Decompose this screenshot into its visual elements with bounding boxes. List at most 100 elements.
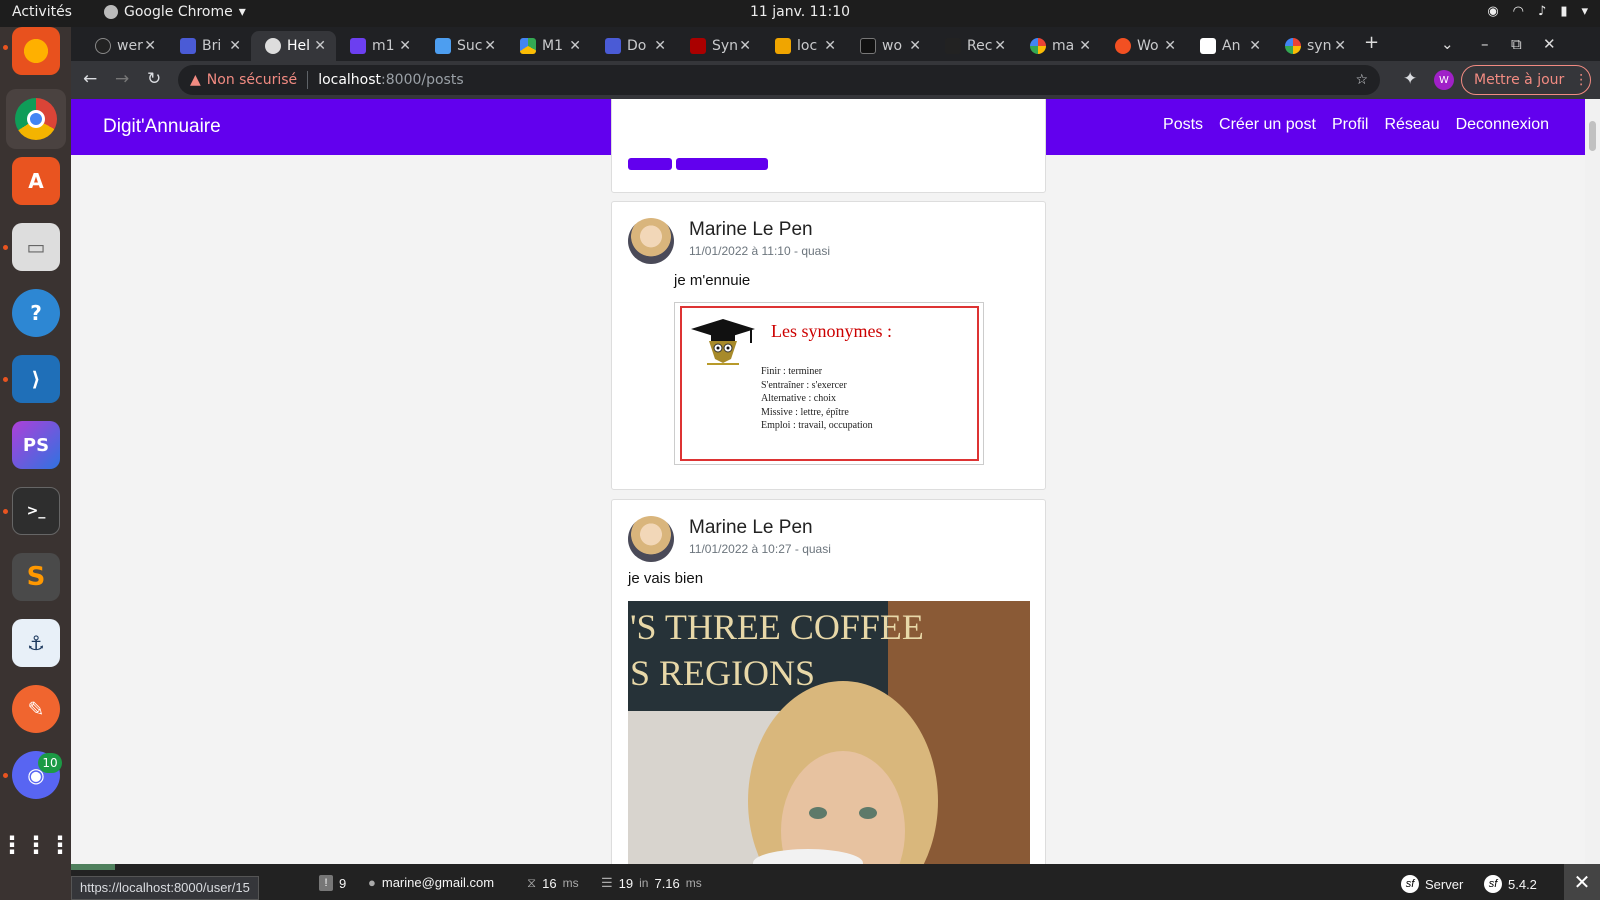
close-tab-icon[interactable]: ✕ [399, 38, 411, 54]
address-bar[interactable]: ▲ Non sécurisé localhost:8000/posts ☆ [178, 65, 1380, 95]
nav-link-network[interactable]: Réseau [1384, 116, 1439, 134]
docs-favicon-icon [180, 38, 196, 54]
workbench-icon[interactable]: ⚓ [12, 619, 60, 667]
postman-icon[interactable]: ✎ [12, 685, 60, 733]
tab[interactable]: Do ✕ [591, 31, 676, 61]
files-icon[interactable]: ▭ [12, 223, 60, 271]
tab[interactable]: Bri ✕ [166, 31, 251, 61]
new-tab-icon[interactable]: + [1364, 32, 1379, 53]
tab-search-icon[interactable]: ⌄ [1441, 35, 1454, 53]
profile-avatar[interactable]: W [1434, 70, 1454, 90]
running-indicator [3, 509, 8, 514]
update-button[interactable]: Mettre à jour ⋮ [1461, 65, 1591, 95]
debug-time[interactable]: ⧖ 16 ms [527, 875, 579, 891]
insecure-label[interactable]: Non sécurisé [207, 72, 297, 88]
tab-active[interactable]: Hel ✕ [251, 31, 336, 61]
sublime-text-icon[interactable]: S [12, 553, 60, 601]
close-debug-toolbar-icon[interactable]: ✕ [1564, 864, 1600, 900]
tab-favicon-icon [1115, 38, 1131, 54]
terminal-icon[interactable]: >_ [12, 487, 60, 535]
vscode-icon[interactable]: ⟩ [12, 355, 60, 403]
tab-title: Suc [457, 38, 483, 54]
debug-server[interactable]: sf Server [1401, 875, 1463, 893]
close-tab-icon[interactable]: ✕ [1164, 38, 1176, 54]
close-tab-icon[interactable]: ✕ [654, 38, 666, 54]
post-card [611, 99, 1046, 193]
close-tab-icon[interactable]: ✕ [824, 38, 836, 54]
update-button-label: Mettre à jour [1474, 72, 1565, 88]
user-email: marine@gmail.com [381, 875, 495, 890]
tab[interactable]: wer ✕ [81, 31, 166, 61]
time-unit: ms [562, 876, 579, 890]
close-tab-icon[interactable]: ✕ [909, 38, 921, 54]
close-tab-icon[interactable]: ✕ [144, 38, 156, 54]
avatar[interactable] [628, 218, 674, 264]
close-tab-icon[interactable]: ✕ [1334, 38, 1346, 54]
help-icon[interactable]: ? [12, 289, 60, 337]
tab[interactable]: M1 ✕ [506, 31, 591, 61]
extensions-icon[interactable]: ✦ [1403, 69, 1417, 89]
tab[interactable]: m1 ✕ [336, 31, 421, 61]
tab[interactable]: An ✕ [1186, 31, 1271, 61]
close-tab-icon[interactable]: ✕ [1249, 38, 1261, 54]
synonym-line: S'entraîner : s'exercer [761, 379, 847, 391]
clock[interactable]: 11 janv. 11:10 [0, 4, 1600, 20]
nav-link-create-post[interactable]: Créer un post [1219, 116, 1316, 134]
nav-link-logout[interactable]: Deconnexion [1456, 116, 1549, 134]
post-card: Marine Le Pen 11/01/2022 à 10:27 - quasi… [611, 499, 1046, 864]
site-brand[interactable]: Digit'Annuaire [103, 116, 221, 138]
tab[interactable]: Suc ✕ [421, 31, 506, 61]
logs-count: 9 [339, 875, 347, 891]
phpstorm-icon[interactable]: PS [12, 421, 60, 469]
close-tab-icon[interactable]: ✕ [569, 38, 581, 54]
status-code-indicator[interactable] [71, 864, 115, 870]
docs-favicon-icon [605, 38, 621, 54]
tab[interactable]: ma ✕ [1016, 31, 1101, 61]
close-tab-icon[interactable]: ✕ [739, 38, 751, 54]
time-value: 16 [542, 875, 557, 891]
firefox-icon[interactable] [12, 27, 60, 75]
show-applications-icon[interactable]: ⋮⋮⋮ [0, 821, 72, 869]
post-author[interactable]: Marine Le Pen [689, 517, 813, 539]
close-tab-icon[interactable]: ✕ [314, 38, 326, 54]
tab[interactable]: Wo ✕ [1101, 31, 1186, 61]
post-image[interactable]: Les synonymes : Finir : terminer S'entra… [674, 302, 984, 465]
minimize-icon[interactable]: – [1481, 35, 1489, 53]
symfony-version: 5.4.2 [1508, 876, 1537, 892]
tab[interactable]: Syn ✕ [676, 31, 761, 61]
debug-database[interactable]: ☰ 19 in 7.16 ms [601, 875, 702, 891]
close-tab-icon[interactable]: ✕ [994, 38, 1006, 54]
restore-icon[interactable]: ⧉ [1511, 35, 1522, 53]
nav-link-posts[interactable]: Posts [1163, 116, 1203, 134]
post-action-button[interactable] [676, 158, 768, 170]
debug-symfony-version[interactable]: sf 5.4.2 [1484, 875, 1537, 893]
tab[interactable]: syn ✕ [1271, 31, 1356, 61]
close-tab-icon[interactable]: ✕ [1079, 38, 1091, 54]
tab[interactable]: Rec ✕ [931, 31, 1016, 61]
page-scrollbar[interactable] [1585, 99, 1600, 864]
tab[interactable]: loc ✕ [761, 31, 846, 61]
scrollbar-thumb[interactable] [1589, 121, 1596, 151]
nav-link-profile[interactable]: Profil [1332, 116, 1368, 134]
close-tab-icon[interactable]: ✕ [229, 38, 241, 54]
app-center-icon[interactable]: A [12, 157, 60, 205]
close-tab-icon[interactable]: ✕ [484, 38, 496, 54]
debug-logs[interactable]: ! 9 [319, 875, 346, 891]
post-author[interactable]: Marine Le Pen [689, 219, 813, 241]
tab-strip: wer ✕ Bri ✕ Hel ✕ m1 ✕ Suc ✕ M1 ✕ Do ✕ Syn ✕ loc… [71, 27, 1600, 61]
chrome-dock-item[interactable] [6, 89, 66, 149]
debug-user[interactable]: ● marine@gmail.com [368, 875, 494, 890]
reload-icon[interactable]: ↻ [147, 69, 161, 89]
back-icon[interactable]: ← [83, 69, 97, 89]
bookmark-star-icon[interactable]: ☆ [1355, 72, 1368, 88]
dictionary-favicon-icon [690, 38, 706, 54]
tab-title: Do [627, 38, 647, 54]
post-image[interactable]: 'S THREE COFFEE S REGIONS [628, 601, 1030, 864]
post-action-button[interactable] [628, 158, 672, 170]
dock: A ▭ ? ⟩ PS >_ S ⚓ ✎ ◉ 10 ⋮⋮⋮ [0, 27, 72, 900]
tab[interactable]: wo ✕ [846, 31, 931, 61]
avatar[interactable] [628, 516, 674, 562]
close-window-icon[interactable]: ✕ [1543, 35, 1556, 53]
system-tray[interactable]: ◉ ◠ ♪ ▮ ▾ [1487, 4, 1588, 19]
forward-icon[interactable]: → [115, 69, 129, 89]
